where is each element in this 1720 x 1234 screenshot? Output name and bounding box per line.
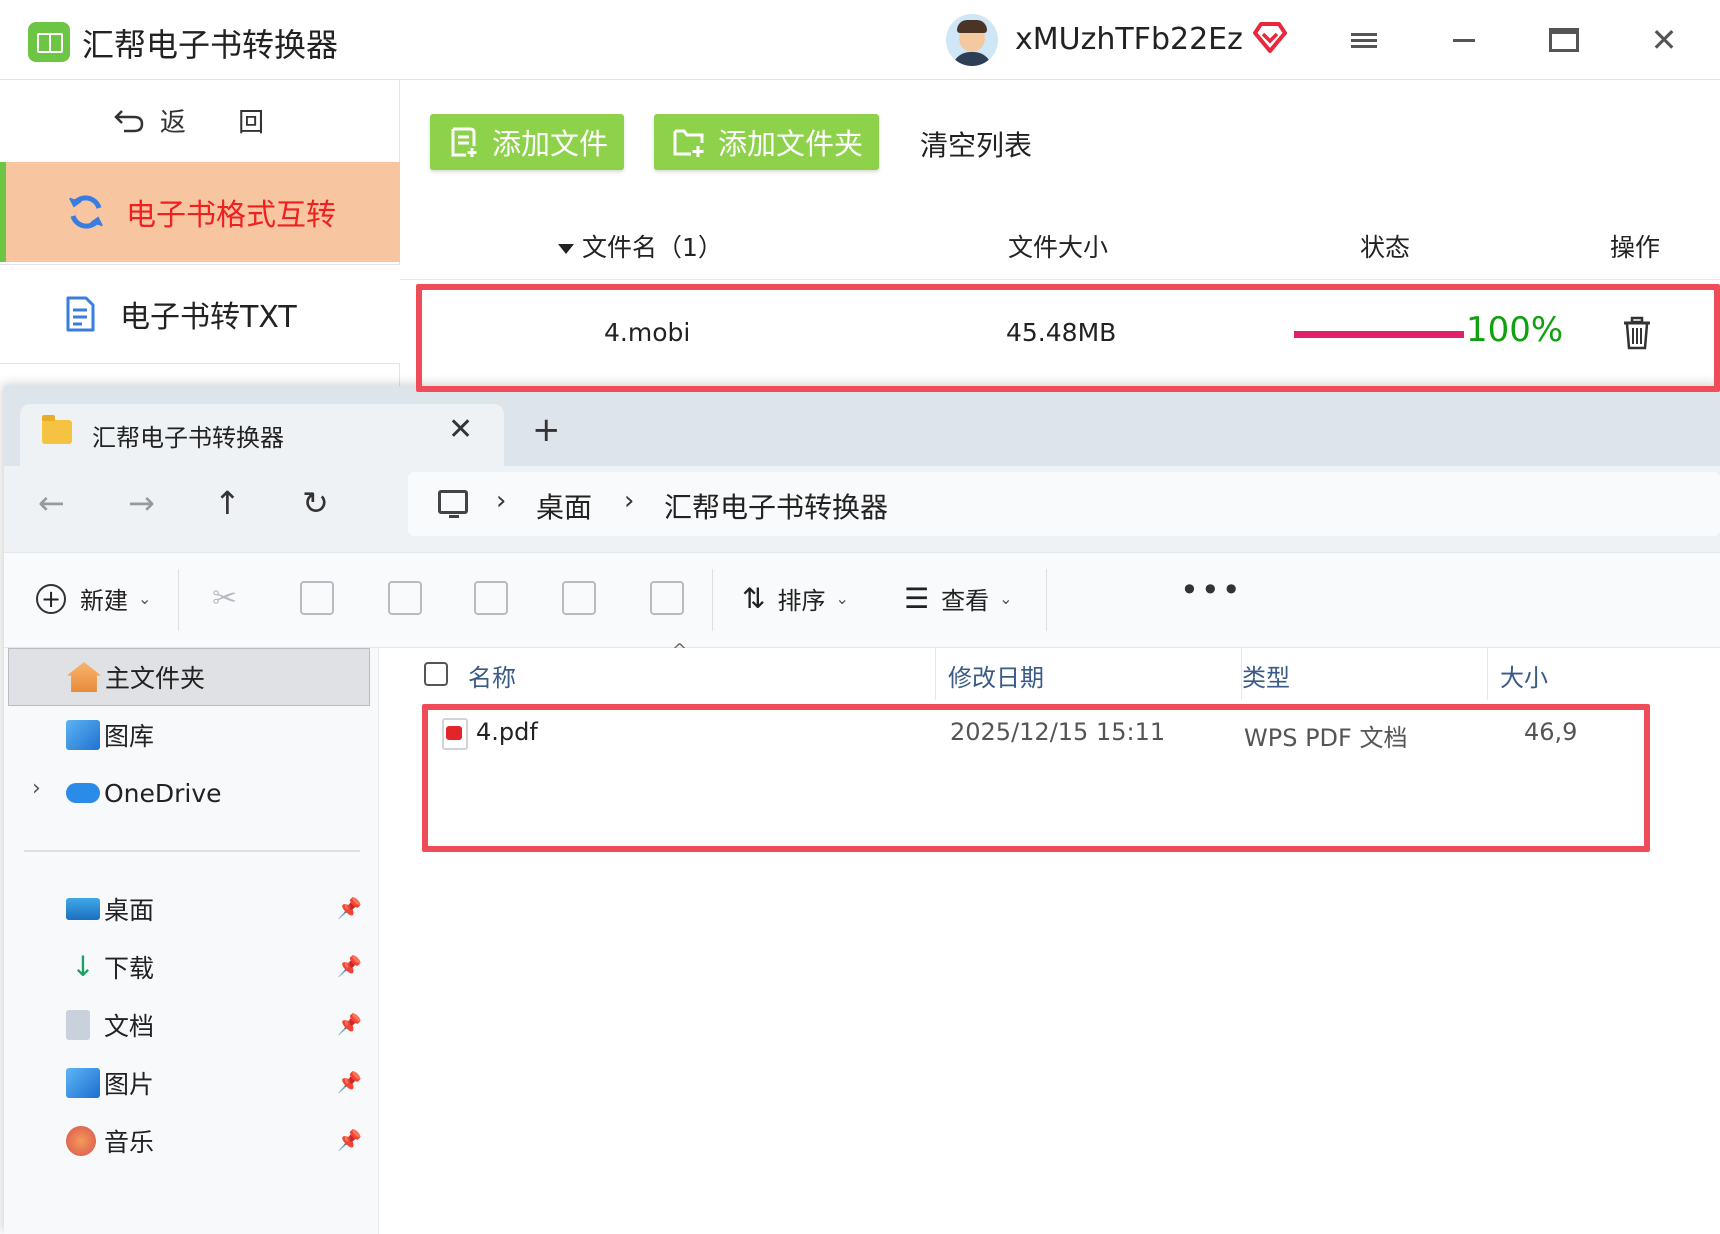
user-avatar[interactable] <box>946 14 998 66</box>
document-icon <box>66 296 95 332</box>
sort-icon: ⇅ <box>742 582 766 615</box>
add-file-icon <box>451 127 477 157</box>
explorer-tab-title: 汇帮电子书转换器 <box>92 424 284 452</box>
music-icon <box>66 1126 96 1156</box>
chevron-down-icon: ⌄ <box>835 589 849 608</box>
breadcrumb-desktop[interactable]: 桌面 <box>536 486 592 526</box>
pin-icon[interactable]: 📌 <box>337 1012 362 1036</box>
file-table-header: 文件名（1） 文件大小 状态 操作 <box>400 210 1720 280</box>
action-column-header: 操作 <box>1610 233 1661 262</box>
back-icon[interactable]: ← <box>38 484 65 522</box>
refresh-icon[interactable]: ↻ <box>302 484 329 522</box>
desktop-icon <box>66 898 100 920</box>
vip-diamond-icon[interactable] <box>1252 20 1288 54</box>
add-file-button[interactable]: 添加文件 <box>430 114 625 170</box>
highlight-box-source <box>416 284 1720 392</box>
add-folder-icon <box>673 129 704 157</box>
address-bar[interactable]: › 桌面 › 汇帮电子书转换器 <box>408 472 1720 536</box>
download-icon: ↓ <box>71 950 95 983</box>
more-options-icon[interactable]: ••• <box>1180 571 1243 609</box>
nav-quick-documents[interactable]: 文档 📌 <box>8 996 370 1054</box>
chevron-down-icon: ⌄ <box>138 589 152 608</box>
forward-icon[interactable]: → <box>128 484 155 522</box>
highlight-box-output <box>422 704 1650 852</box>
sidebar-item-label: 电子书转TXT <box>120 300 297 335</box>
rename-icon[interactable] <box>474 581 508 615</box>
sort-button[interactable]: ⇅ 排序 ⌄ <box>742 581 849 616</box>
tab-close-icon[interactable]: ✕ <box>448 412 473 447</box>
pin-icon[interactable]: 📌 <box>337 954 362 978</box>
sidebar-item-label: 电子书格式互转 <box>126 198 336 233</box>
sidebar-item-ebook-convert[interactable]: 电子书格式互转 <box>0 162 400 262</box>
clear-list-button[interactable]: 清空列表 <box>920 124 1032 164</box>
nav-quick-music[interactable]: 音乐 📌 <box>8 1112 370 1170</box>
nav-home[interactable]: 主文件夹 <box>8 648 370 706</box>
nav-onedrive[interactable]: › OneDrive <box>8 764 370 822</box>
close-button[interactable]: ✕ <box>1640 18 1688 62</box>
size-column-header: 文件大小 <box>1008 233 1109 262</box>
copy-icon[interactable] <box>300 581 334 615</box>
back-button[interactable]: 返 回 <box>0 80 400 160</box>
nav-quick-downloads[interactable]: ↓ 下载 📌 <box>8 938 370 996</box>
username[interactable]: xMUzhTFb22Ez <box>1015 22 1243 57</box>
view-list-icon: ☰ <box>904 582 930 615</box>
nav-gallery[interactable]: 图库 <box>8 706 370 764</box>
explorer-tab-bar: 汇帮电子书转换器 ✕ + <box>4 386 1720 466</box>
plus-circle-icon: + <box>36 583 66 614</box>
sidebar-item-ebook-to-txt[interactable]: 电子书转TXT <box>0 264 400 364</box>
minimize-button[interactable] <box>1440 18 1488 62</box>
new-button[interactable]: + 新建 ⌄ <box>36 581 151 616</box>
back-arrow-icon <box>114 110 144 133</box>
refresh-icon <box>69 195 103 229</box>
delete-icon[interactable] <box>650 581 684 615</box>
share-icon[interactable] <box>562 581 596 615</box>
chevron-down-icon: ⌄ <box>999 589 1013 608</box>
cut-icon[interactable]: ✂ <box>212 581 237 616</box>
add-folder-label: 添加文件夹 <box>718 127 864 161</box>
pin-icon[interactable]: 📌 <box>337 896 362 920</box>
gallery-icon <box>66 720 100 750</box>
back-label: 返 回 <box>159 107 287 138</box>
column-header-name[interactable]: 名称 <box>468 648 936 700</box>
select-all-checkbox[interactable] <box>424 662 448 686</box>
chevron-right-icon[interactable]: › <box>32 776 41 801</box>
sort-down-icon <box>558 244 574 254</box>
app-logo-icon <box>28 22 70 62</box>
maximize-button[interactable] <box>1540 18 1588 62</box>
breadcrumb-folder[interactable]: 汇帮电子书转换器 <box>664 486 888 526</box>
navigation-pane: 主文件夹 图库 › OneDrive 桌面 📌 ↓ 下载 📌 文档 📌 图片 📌… <box>4 648 379 1234</box>
app-title-bar: 汇帮电子书转换器 xMUzhTFb22Ez ✕ <box>0 0 1720 80</box>
cloud-icon <box>66 783 100 803</box>
nav-quick-pictures[interactable]: 图片 📌 <box>8 1054 370 1112</box>
status-column-header: 状态 <box>1360 233 1411 262</box>
column-header-modified[interactable]: 修改日期 <box>948 648 1242 700</box>
explorer-nav-bar: ← → ↑ ↻ › 桌面 › 汇帮电子书转换器 <box>4 466 1720 552</box>
add-folder-button[interactable]: 添加文件夹 <box>654 114 880 170</box>
chevron-right-icon[interactable]: › <box>624 486 634 516</box>
chevron-right-icon[interactable]: › <box>496 486 506 516</box>
pictures-icon <box>66 1068 100 1098</box>
pane-divider <box>24 850 360 852</box>
up-icon[interactable]: ↑ <box>214 484 241 522</box>
filename-column-header[interactable]: 文件名（1） <box>558 228 723 264</box>
folder-icon <box>42 415 72 444</box>
add-file-label: 添加文件 <box>492 127 609 161</box>
computer-icon <box>438 490 468 518</box>
explorer-command-bar: + 新建 ⌄ ✂ ⇅ 排序 ⌄ ☰ 查看 ⌄ ••• <box>4 552 1720 648</box>
column-header-type[interactable]: 类型 <box>1242 648 1488 700</box>
home-icon <box>67 662 101 692</box>
explorer-tab[interactable]: 汇帮电子书转换器 ✕ <box>20 404 504 466</box>
app-title: 汇帮电子书转换器 <box>82 26 339 64</box>
pin-icon[interactable]: 📌 <box>337 1128 362 1152</box>
pin-icon[interactable]: 📌 <box>337 1070 362 1094</box>
paste-icon[interactable] <box>388 581 422 615</box>
nav-quick-desktop[interactable]: 桌面 📌 <box>8 880 370 938</box>
view-button[interactable]: ☰ 查看 ⌄ <box>904 581 1013 616</box>
new-tab-button[interactable]: + <box>532 410 561 450</box>
menu-icon[interactable] <box>1340 18 1388 62</box>
app-sidebar: 返 回 电子书格式互转 电子书转TXT <box>0 80 400 390</box>
column-header-size[interactable]: 大小 <box>1500 648 1620 700</box>
documents-icon <box>66 1010 90 1040</box>
